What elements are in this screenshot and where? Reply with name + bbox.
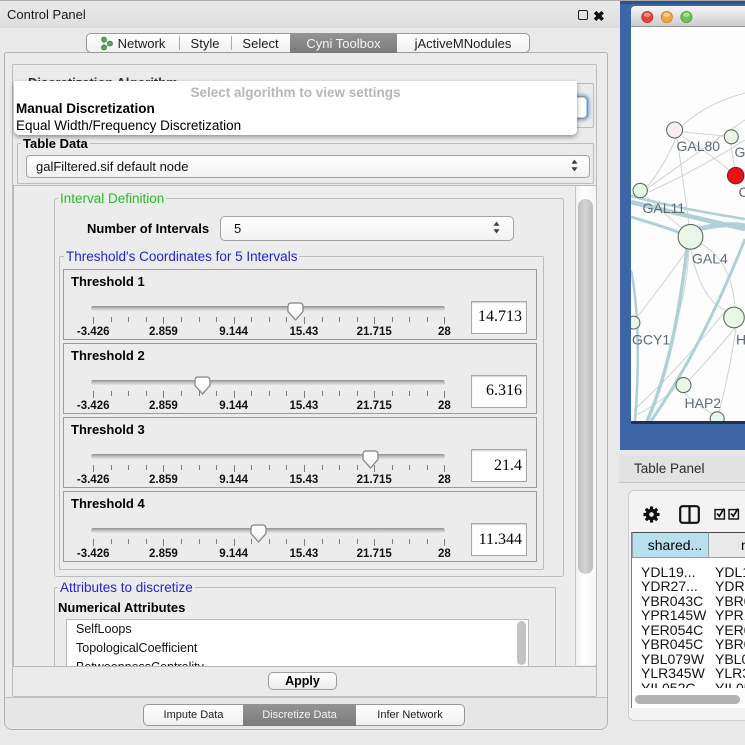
svg-text:GAL80: GAL80 <box>677 138 721 154</box>
svg-text:HIS4: HIS4 <box>736 332 745 348</box>
svg-text:CRP1: CRP1 <box>739 184 745 200</box>
svg-text:GAL4: GAL4 <box>692 251 728 267</box>
svg-text:GAL11: GAL11 <box>643 200 686 216</box>
svg-text:GCY1: GCY1 <box>632 332 670 348</box>
svg-text:HAP2: HAP2 <box>685 395 722 411</box>
svg-text:GAL3: GAL3 <box>735 144 745 160</box>
